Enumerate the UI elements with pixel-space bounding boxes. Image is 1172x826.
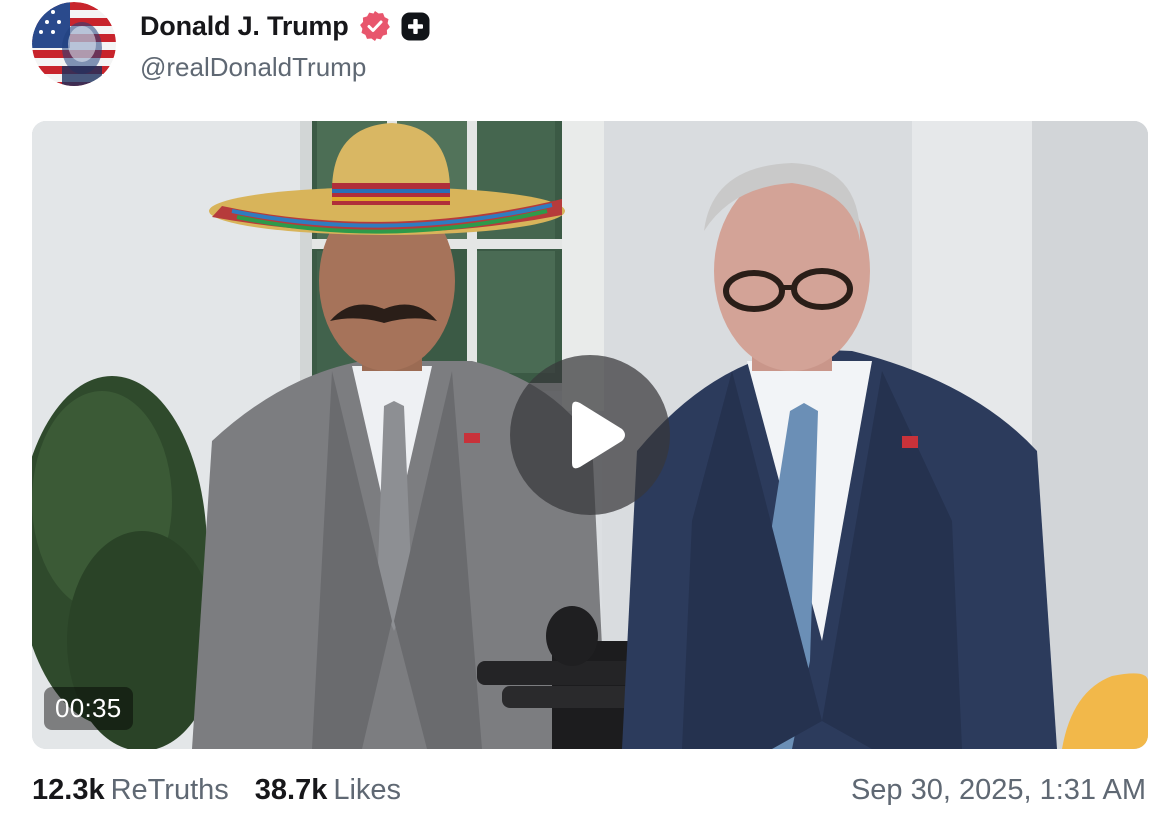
post-stats: 12.3k ReTruths 38.7k Likes: [32, 770, 427, 810]
verified-badge-icon: [359, 10, 391, 42]
retruths-stat[interactable]: 12.3k ReTruths: [32, 774, 229, 807]
truth-post: Donald J. Trump @realDonaldTrump 00:35 1…: [0, 0, 1172, 826]
author-name-row: Donald J. Trump: [140, 6, 430, 46]
likes-label: Likes: [333, 773, 402, 806]
plus-badge-icon: [401, 12, 430, 41]
retruths-label: ReTruths: [110, 773, 229, 806]
avatar-image: [32, 2, 116, 86]
likes-stat[interactable]: 38.7k Likes: [255, 774, 401, 807]
retruths-count: 12.3k: [32, 773, 105, 806]
video-player[interactable]: 00:35: [32, 121, 1148, 749]
video-duration: 00:35: [44, 687, 133, 730]
author-avatar[interactable]: [32, 2, 116, 86]
play-icon: [572, 401, 625, 469]
play-button[interactable]: [510, 355, 670, 515]
post-timestamp[interactable]: Sep 30, 2025, 1:31 AM: [851, 770, 1146, 810]
likes-count: 38.7k: [254, 773, 328, 806]
author-handle[interactable]: @realDonaldTrump: [140, 52, 366, 83]
author-display-name[interactable]: Donald J. Trump: [140, 11, 349, 42]
